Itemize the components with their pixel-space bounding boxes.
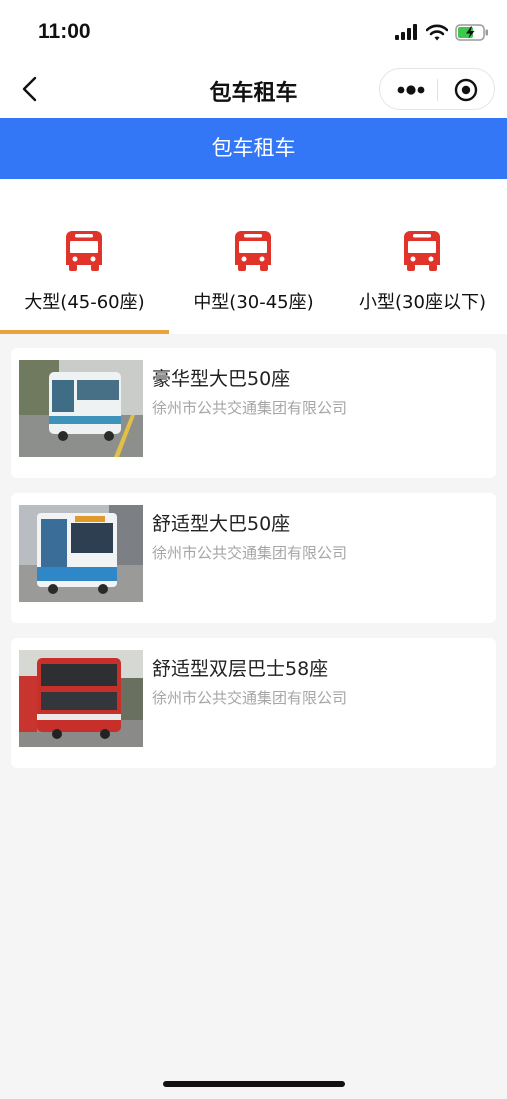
tab-label: 大型(45-60座) [24, 292, 145, 313]
signal-icon [395, 24, 417, 40]
capsule-divider [437, 79, 438, 101]
mini-program-capsule [379, 68, 495, 110]
bus-icon [404, 231, 440, 271]
vehicle-card[interactable]: 舒适型双层巴士58座 徐州市公共交通集团有限公司 [11, 638, 496, 768]
vehicle-title: 舒适型大巴50座 [152, 513, 291, 535]
vehicle-company: 徐州市公共交通集团有限公司 [152, 689, 348, 707]
tab-label: 中型(30-45座) [193, 292, 314, 313]
vehicle-card[interactable]: 豪华型大巴50座 徐州市公共交通集团有限公司 [11, 348, 496, 478]
bus-photo [19, 650, 143, 747]
category-tabs: 大型(45-60座) 中型(30-45座) 小型(30座以下) [0, 179, 507, 334]
more-options-icon[interactable] [396, 82, 426, 98]
vehicle-card[interactable]: 舒适型大巴50座 徐州市公共交通集团有限公司 [11, 493, 496, 623]
status-icons [395, 22, 489, 42]
bus-photo [19, 505, 143, 602]
nav-bar: 包车租车 [0, 60, 507, 118]
tab-medium[interactable]: 中型(30-45座) [169, 179, 338, 334]
wifi-icon [426, 24, 448, 40]
vehicle-title: 舒适型双层巴士58座 [152, 658, 329, 680]
close-target-icon[interactable] [454, 78, 478, 102]
tab-small[interactable]: 小型(30座以下) [338, 179, 507, 334]
tab-label: 小型(30座以下) [359, 292, 486, 313]
vehicle-company: 徐州市公共交通集团有限公司 [152, 399, 348, 417]
bus-icon [66, 231, 102, 271]
tab-large[interactable]: 大型(45-60座) [0, 179, 169, 334]
battery-charging-icon [455, 23, 488, 41]
status-bar: 11:00 [0, 0, 507, 60]
bus-icon [235, 231, 271, 271]
status-time: 11:00 [38, 20, 91, 43]
page-banner: 包车租车 [0, 118, 507, 179]
vehicle-title: 豪华型大巴50座 [152, 368, 291, 390]
home-indicator[interactable] [163, 1081, 345, 1087]
active-tab-indicator [0, 330, 169, 334]
vehicle-company: 徐州市公共交通集团有限公司 [152, 544, 348, 562]
bus-photo [19, 360, 143, 457]
